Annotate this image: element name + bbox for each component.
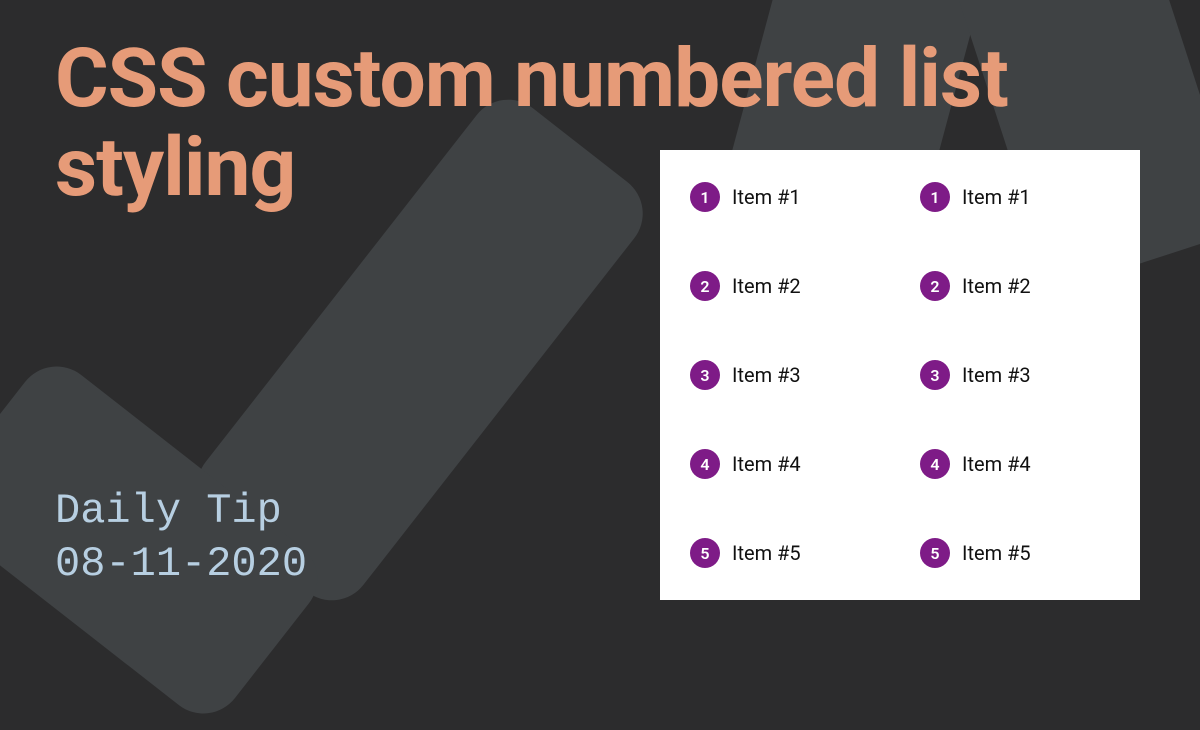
list-bullet: 3 [690, 360, 720, 390]
list-item: 3 Item #3 [690, 360, 880, 390]
list-item: 4 Item #4 [920, 449, 1110, 479]
list-bullet: 5 [690, 538, 720, 568]
list-item: 2 Item #2 [920, 271, 1110, 301]
demo-panel: 1 Item #1 2 Item #2 3 Item #3 4 Item #4 … [660, 150, 1140, 600]
list-item-text: Item #1 [732, 185, 801, 209]
list-column-1: 1 Item #1 2 Item #2 3 Item #3 4 Item #4 … [690, 182, 880, 568]
list-bullet: 5 [920, 538, 950, 568]
list-item: 5 Item #5 [690, 538, 880, 568]
list-item-text: Item #1 [962, 185, 1031, 209]
list-item-text: Item #3 [732, 363, 801, 387]
list-bullet: 4 [920, 449, 950, 479]
list-item-text: Item #4 [732, 452, 801, 476]
list-item-text: Item #5 [732, 541, 801, 565]
list-item-text: Item #3 [962, 363, 1031, 387]
list-item-text: Item #2 [962, 274, 1031, 298]
meta-label: Daily Tip [55, 485, 307, 538]
list-bullet: 1 [920, 182, 950, 212]
meta-block: Daily Tip 08-11-2020 [55, 485, 307, 590]
list-item: 5 Item #5 [920, 538, 1110, 568]
meta-date: 08-11-2020 [55, 538, 307, 591]
list-bullet: 3 [920, 360, 950, 390]
list-bullet: 2 [920, 271, 950, 301]
list-item-text: Item #4 [962, 452, 1031, 476]
list-bullet: 4 [690, 449, 720, 479]
list-bullet: 1 [690, 182, 720, 212]
list-item-text: Item #2 [732, 274, 801, 298]
list-item: 1 Item #1 [690, 182, 880, 212]
list-item: 2 Item #2 [690, 271, 880, 301]
list-item-text: Item #5 [962, 541, 1031, 565]
list-column-2: 1 Item #1 2 Item #2 3 Item #3 4 Item #4 … [920, 182, 1110, 568]
list-bullet: 2 [690, 271, 720, 301]
list-item: 4 Item #4 [690, 449, 880, 479]
list-item: 3 Item #3 [920, 360, 1110, 390]
list-item: 1 Item #1 [920, 182, 1110, 212]
